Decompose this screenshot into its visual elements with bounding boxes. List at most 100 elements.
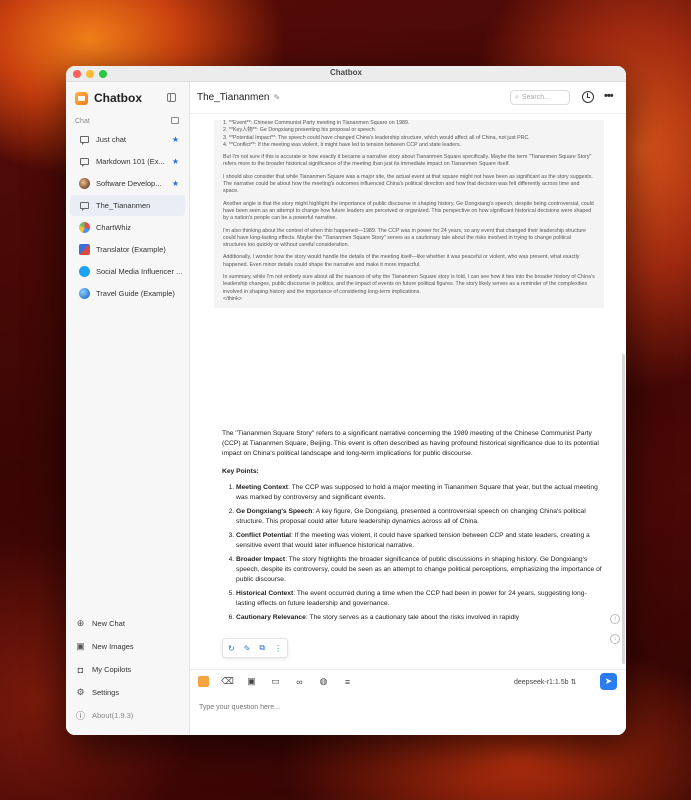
sidebar-item-label: Translator (Example) — [96, 245, 166, 254]
sidebar-bottom-nav: ⊕ New Chat ▣ New Images ◘ My Copilots ⚙ … — [66, 612, 189, 727]
thinking-list-item: 1. **Event**: Chinese Communist Party me… — [223, 120, 410, 126]
sidebar-item-label: Markdown 101 (Ex... — [96, 157, 165, 166]
conversation-title: The_Tiananmen — [197, 92, 270, 103]
search-icon: ⌕ — [515, 93, 519, 101]
star-icon[interactable]: ★ — [172, 135, 179, 144]
send-button[interactable]: ➤ — [600, 673, 617, 690]
brand: Chatbox — [66, 82, 189, 114]
list-item: Ge Dongxiang's Speech: A key figure, Ge … — [236, 507, 602, 527]
chat-bubble-icon — [79, 134, 90, 145]
model-name: deepseek-r1:1.5b — [514, 679, 569, 686]
point-title: Meeting Context — [236, 484, 289, 491]
sidebar-item-label: ChartWhiz — [96, 223, 132, 232]
thinking-paragraph: I'm also thinking about the context of w… — [223, 227, 586, 249]
gear-icon: ⚙ — [76, 687, 85, 697]
web-search-icon[interactable]: ◍ — [318, 676, 329, 687]
main-panel: The_Tiananmen ✎ ⌕ Search... ••• 1. **Eve… — [190, 82, 626, 735]
thinking-paragraph: Another angle is that the story might hi… — [223, 200, 594, 222]
attach-image-icon[interactable]: ▣ — [246, 676, 257, 687]
more-vertical-icon[interactable]: ⋮ — [274, 644, 282, 653]
sidebar-item-travel[interactable]: Travel Guide (Example) — [70, 283, 185, 304]
link-icon[interactable]: ∞ — [294, 676, 305, 687]
point-title: Cautionary Relevance — [236, 614, 306, 621]
sidebar-item-chartwhiz[interactable]: ChartWhiz — [70, 217, 185, 238]
new-folder-icon[interactable] — [171, 117, 179, 124]
sidebar-item-social-media[interactable]: Social Media Influencer ... — [70, 261, 185, 282]
thinking-list: 1. **Event**: Chinese Communist Party me… — [223, 120, 595, 149]
message-input[interactable] — [199, 700, 599, 714]
chart-avatar-icon — [79, 222, 90, 233]
input-area: ⌫ ▣ ▭ ∞ ◍ ≡ deepseek-r1:1.5b ⇅ ➤ — [190, 669, 626, 735]
sidebar-item-software[interactable]: Software Develop... ★ — [70, 173, 185, 194]
chat-section-header: Chat — [66, 114, 189, 128]
list-item: Broader Impact: The story highlights the… — [236, 555, 602, 585]
point-title: Conflict Potential — [236, 532, 291, 539]
assistant-answer: The "Tiananmen Square Story" refers to a… — [222, 429, 602, 627]
app-window: Chatbox Chatbox Chat Just chat ★ Markdow… — [66, 66, 626, 735]
my-copilots-button[interactable]: ◘ My Copilots — [66, 658, 189, 681]
thinking-block: 1. **Event**: Chinese Communist Party me… — [214, 120, 604, 309]
sidebar-item-markdown[interactable]: Markdown 101 (Ex... ★ — [70, 151, 185, 172]
star-icon[interactable]: ★ — [172, 179, 179, 188]
point-text: : The story serves as a cautionary tale … — [305, 614, 520, 621]
model-selector[interactable]: deepseek-r1:1.5b ⇅ — [514, 678, 576, 686]
settings-button[interactable]: ⚙ Settings — [66, 681, 189, 704]
sidebar-item-label: Just chat — [96, 135, 127, 144]
new-images-label: New Images — [92, 642, 134, 651]
message-toolbar: ↻ ✎ ⧉ ⋮ — [222, 638, 289, 658]
copy-icon[interactable]: ⧉ — [259, 643, 265, 653]
window-title: Chatbox — [330, 68, 362, 77]
list-item: Conflict Potential: If the meeting was v… — [236, 531, 602, 551]
my-copilots-label: My Copilots — [92, 665, 132, 674]
more-options-icon[interactable]: ••• — [604, 90, 614, 102]
thinking-list-item: 2. **Key人物**: Ge Dongxiang presenting hi… — [223, 127, 377, 134]
edit-message-icon[interactable]: ✎ — [244, 644, 251, 653]
about-label: About(1.9.3) — [92, 711, 134, 720]
point-title: Historical Context — [236, 590, 294, 597]
history-icon[interactable] — [582, 91, 594, 103]
list-item: Meeting Context: The CCP was supposed to… — [236, 483, 602, 503]
folder-icon[interactable]: ▭ — [270, 676, 281, 687]
copilot-picker-icon[interactable] — [198, 676, 209, 687]
point-text: : The story highlights the broader signi… — [236, 556, 602, 583]
new-chat-button[interactable]: ⊕ New Chat — [66, 612, 189, 635]
scrollbar[interactable] — [622, 354, 625, 664]
thinking-paragraph: I should also consider that while Tianan… — [223, 173, 593, 195]
sidebar-item-tiananmen[interactable]: The_Tiananmen — [70, 195, 185, 216]
input-toolbar: ⌫ ▣ ▭ ∞ ◍ ≡ — [198, 676, 353, 687]
chevron-updown-icon: ⇅ — [570, 679, 577, 686]
translator-avatar-icon — [79, 244, 90, 255]
sidebar: Chatbox Chat Just chat ★ Markdown 101 (E… — [66, 82, 190, 735]
thinking-paragraph: In summary, while I'm not entirely sure … — [223, 274, 595, 295]
chatbox-logo-icon — [75, 91, 88, 105]
sidebar-item-label: Social Media Influencer ... — [96, 267, 183, 276]
about-button[interactable]: ⓘ About(1.9.3) — [66, 704, 189, 727]
title-bar: Chatbox — [66, 66, 626, 82]
thinking-list-item: 4. **Conflict**: If the meeting was viol… — [223, 141, 462, 148]
message-list: 1. **Event**: Chinese Communist Party me… — [190, 114, 626, 669]
thinking-paragraph: But I'm not sure if this is accurate or … — [223, 154, 592, 168]
new-images-button[interactable]: ▣ New Images — [66, 635, 189, 658]
list-item: Cautionary Relevance: The story serves a… — [236, 613, 602, 623]
star-icon[interactable]: ★ — [172, 157, 179, 166]
settings-label: Settings — [92, 688, 120, 697]
point-text: : The CCP was supposed to hold a major m… — [236, 484, 598, 501]
sidebar-toggle-icon[interactable] — [167, 93, 176, 102]
info-icon: ⓘ — [75, 711, 85, 721]
settings-sliders-icon[interactable]: ≡ — [342, 676, 353, 687]
sidebar-item-label: Software Develop... — [96, 179, 162, 188]
sidebar-item-label: Travel Guide (Example) — [96, 289, 175, 298]
sidebar-item-translator[interactable]: Translator (Example) — [70, 239, 185, 260]
point-title: Broader Impact — [236, 556, 286, 563]
search-box[interactable]: ⌕ Search... — [510, 90, 570, 105]
send-icon: ➤ — [604, 676, 613, 686]
new-chat-label: New Chat — [92, 619, 125, 628]
regenerate-icon[interactable]: ↻ — [228, 644, 235, 653]
think-close-tag: </think> — [223, 295, 242, 302]
edit-title-icon[interactable]: ✎ — [273, 93, 280, 102]
sidebar-item-just-chat[interactable]: Just chat ★ — [70, 129, 185, 150]
scroll-up-icon[interactable]: ↑ — [610, 614, 620, 624]
chat-bubble-icon — [79, 200, 90, 211]
scroll-down-icon[interactable]: ↓ — [610, 634, 620, 644]
eraser-icon[interactable]: ⌫ — [221, 676, 234, 687]
